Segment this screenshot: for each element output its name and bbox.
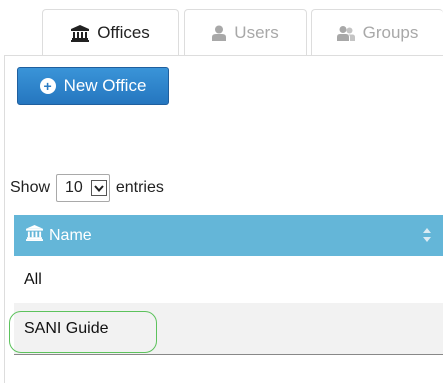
tab-bar: Offices Users Groups bbox=[0, 0, 443, 56]
office-name: SANI Guide bbox=[24, 319, 109, 337]
institution-icon bbox=[26, 225, 43, 246]
chevron-down-icon bbox=[90, 180, 107, 196]
entries-value: 10 bbox=[65, 179, 83, 196]
institution-icon bbox=[71, 24, 90, 42]
page: Offices Users Groups + New Office Show 1… bbox=[0, 0, 443, 383]
tab-label: Users bbox=[234, 23, 279, 42]
new-office-label: New Office bbox=[63, 76, 147, 95]
length-suffix: entries bbox=[115, 179, 164, 196]
tab-label: Offices bbox=[97, 23, 150, 42]
plus-circle-icon: + bbox=[39, 78, 56, 94]
name-column-header[interactable]: Name bbox=[14, 215, 443, 256]
table-row[interactable]: All bbox=[14, 256, 443, 303]
length-prefix: Show bbox=[10, 179, 51, 196]
sort-icon[interactable] bbox=[423, 227, 431, 243]
users-icon bbox=[336, 25, 355, 41]
table-length-control: Show 10 entries bbox=[10, 174, 164, 202]
new-office-button[interactable]: + New Office bbox=[17, 67, 169, 105]
entries-select[interactable]: 10 bbox=[56, 174, 110, 202]
tab-label: Groups bbox=[362, 23, 419, 42]
table-row[interactable]: SANI Guide bbox=[14, 303, 443, 355]
column-header-label: Name bbox=[49, 226, 92, 244]
user-icon bbox=[212, 25, 227, 41]
tab-offices[interactable]: Offices bbox=[42, 9, 179, 56]
tab-groups[interactable]: Groups bbox=[311, 9, 443, 56]
tab-users[interactable]: Users bbox=[184, 9, 307, 56]
office-name: All bbox=[24, 270, 42, 288]
